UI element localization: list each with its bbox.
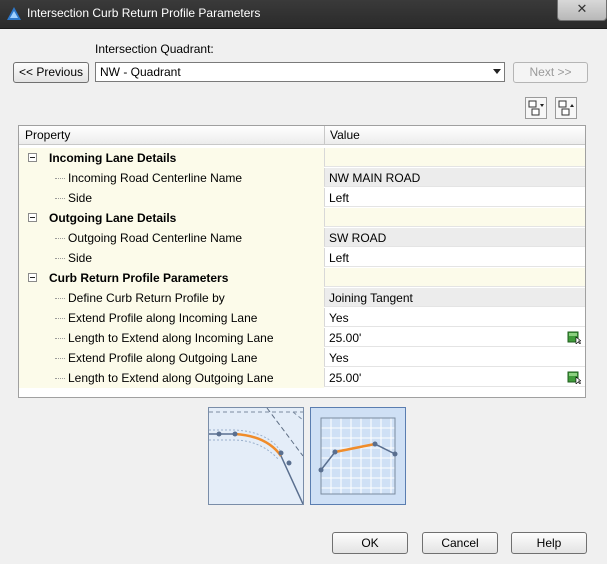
property-row[interactable]: Length to Extend along Outgoing Lane 25.…: [19, 368, 585, 388]
profile-view-preview[interactable]: [310, 407, 406, 505]
property-name-cell: Extend Profile along Outgoing Lane: [19, 348, 324, 368]
property-label: Outgoing Road Centerline Name: [68, 231, 243, 245]
pick-from-drawing-icon[interactable]: [567, 330, 581, 344]
ok-button[interactable]: OK: [332, 532, 408, 554]
property-value: Yes: [329, 311, 349, 325]
expand-all-icon: [558, 100, 574, 116]
property-label: Side: [68, 251, 93, 265]
property-value: NW MAIN ROAD: [329, 171, 421, 185]
tree-connector: [55, 178, 65, 179]
value-cell[interactable]: 25.00': [324, 368, 585, 387]
profile-grid-icon: [318, 417, 398, 495]
property-name-cell: Length to Extend along Outgoing Lane: [19, 368, 324, 388]
property-label: Incoming Road Centerline Name: [68, 171, 243, 185]
property-name-cell: Side: [19, 248, 324, 268]
property-label: Extend Profile along Outgoing Lane: [68, 351, 258, 365]
previous-button[interactable]: << Previous: [13, 62, 89, 83]
property-row[interactable]: Incoming Road Centerline Name NW MAIN RO…: [19, 168, 585, 188]
property-label: Extend Profile along Incoming Lane: [68, 311, 258, 325]
tree-connector: [55, 258, 65, 259]
property-label: Side: [68, 191, 93, 205]
tree-connector: [55, 298, 65, 299]
property-name-cell: Curb Return Profile Parameters: [19, 268, 324, 288]
intersection-plan-icon: [209, 407, 304, 505]
app-logo-icon: [7, 7, 21, 20]
value-cell: SW ROAD: [324, 228, 585, 247]
value-cell: NW MAIN ROAD: [324, 168, 585, 187]
collapse-toggle-icon[interactable]: [28, 273, 37, 282]
property-name-cell: Define Curb Return Profile by: [19, 288, 324, 308]
chevron-down-icon[interactable]: [493, 69, 501, 74]
property-label: Length to Extend along Outgoing Lane: [68, 371, 274, 385]
property-row[interactable]: Side Left: [19, 188, 585, 208]
collapse-all-button[interactable]: [525, 97, 547, 119]
property-label: Length to Extend along Incoming Lane: [68, 331, 274, 345]
category-row-outgoing[interactable]: Outgoing Lane Details: [19, 208, 585, 228]
property-value: Yes: [329, 351, 349, 365]
tree-connector: [55, 238, 65, 239]
property-value: 25.00': [329, 371, 362, 385]
title-bar[interactable]: Intersection Curb Return Profile Paramet…: [0, 0, 607, 29]
category-label: Curb Return Profile Parameters: [49, 271, 229, 285]
property-name-cell: Length to Extend along Incoming Lane: [19, 328, 324, 348]
tree-connector: [55, 198, 65, 199]
value-cell[interactable]: Left: [324, 248, 585, 267]
property-value: Joining Tangent: [329, 291, 413, 305]
property-grid: Property Value Incoming Lane Details Inc…: [18, 125, 586, 398]
quadrant-select[interactable]: NW - Quadrant: [95, 62, 505, 82]
property-name-cell: Outgoing Road Centerline Name: [19, 228, 324, 248]
value-column-header[interactable]: Value: [330, 128, 360, 142]
property-value: Left: [329, 191, 350, 205]
collapse-toggle-icon[interactable]: [28, 153, 37, 162]
value-cell: Joining Tangent: [324, 288, 585, 307]
collapse-all-icon: [528, 100, 544, 116]
value-cell[interactable]: Yes: [324, 348, 585, 367]
property-value: 25.00': [329, 331, 362, 345]
tree-connector: [55, 358, 65, 359]
property-name-cell: Outgoing Lane Details: [19, 208, 324, 228]
property-row[interactable]: Length to Extend along Incoming Lane 25.…: [19, 328, 585, 348]
category-label: Outgoing Lane Details: [49, 211, 177, 225]
tree-connector: [55, 378, 65, 379]
collapse-toggle-icon[interactable]: [28, 213, 37, 222]
value-cell[interactable]: Left: [324, 188, 585, 207]
property-name-cell: Side: [19, 188, 324, 208]
value-cell: [324, 208, 585, 227]
column-divider[interactable]: [324, 126, 325, 144]
dialog-window: Intersection Curb Return Profile Paramet…: [0, 0, 607, 564]
cancel-button[interactable]: Cancel: [422, 532, 498, 554]
property-row[interactable]: Extend Profile along Incoming Lane Yes: [19, 308, 585, 328]
property-value: SW ROAD: [329, 231, 387, 245]
property-name-cell: Extend Profile along Incoming Lane: [19, 308, 324, 328]
property-column-header[interactable]: Property: [25, 128, 70, 142]
category-row-curb-return[interactable]: Curb Return Profile Parameters: [19, 268, 585, 288]
property-label: Define Curb Return Profile by: [68, 291, 225, 305]
property-row[interactable]: Side Left: [19, 248, 585, 268]
value-cell[interactable]: 25.00': [324, 328, 585, 347]
window-title: Intersection Curb Return Profile Paramet…: [27, 6, 261, 20]
next-button[interactable]: Next >>: [513, 62, 588, 83]
tree-connector: [55, 338, 65, 339]
help-button[interactable]: Help: [511, 532, 587, 554]
property-row[interactable]: Define Curb Return Profile by Joining Ta…: [19, 288, 585, 308]
property-name-cell: Incoming Road Centerline Name: [19, 168, 324, 188]
value-cell[interactable]: Yes: [324, 308, 585, 327]
quadrant-label: Intersection Quadrant:: [95, 42, 214, 56]
category-label: Incoming Lane Details: [49, 151, 177, 165]
plan-view-preview[interactable]: [208, 407, 304, 505]
property-name-cell: Incoming Lane Details: [19, 148, 324, 168]
value-cell: [324, 148, 585, 167]
value-cell: [324, 268, 585, 287]
close-button[interactable]: ✕: [557, 0, 607, 21]
property-row[interactable]: Outgoing Road Centerline Name SW ROAD: [19, 228, 585, 248]
property-value: Left: [329, 251, 350, 265]
quadrant-select-value: NW - Quadrant: [100, 65, 181, 79]
category-row-incoming[interactable]: Incoming Lane Details: [19, 148, 585, 168]
tree-connector: [55, 318, 65, 319]
expand-all-button[interactable]: [555, 97, 577, 119]
grid-header: Property Value: [19, 126, 585, 145]
property-row[interactable]: Extend Profile along Outgoing Lane Yes: [19, 348, 585, 368]
pick-from-drawing-icon[interactable]: [567, 370, 581, 384]
